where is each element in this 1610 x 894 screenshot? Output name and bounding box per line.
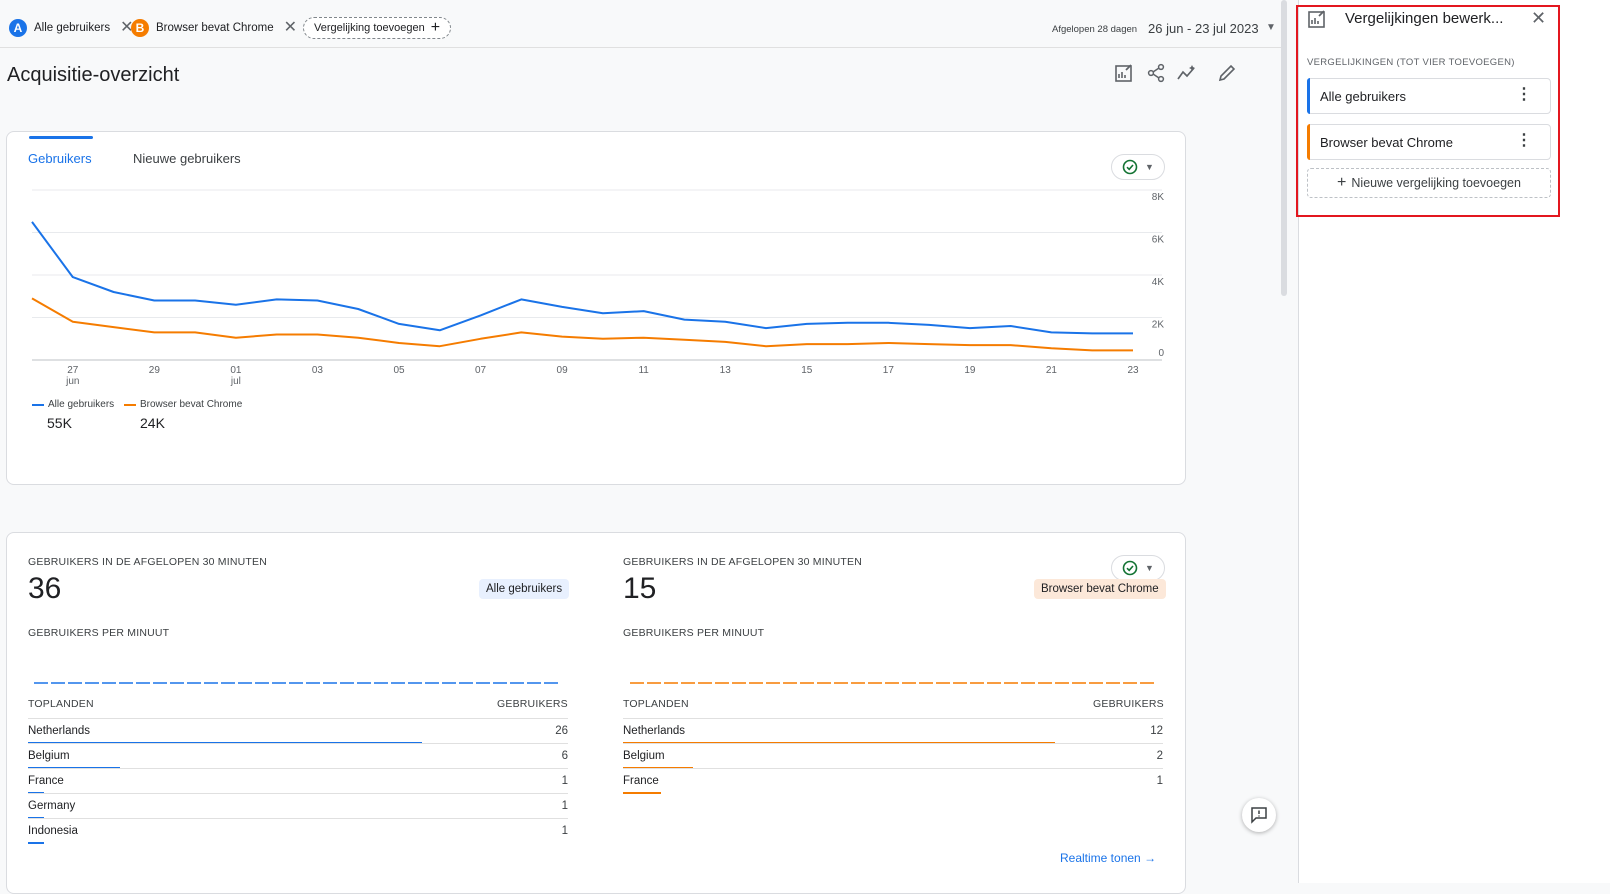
- x-tick-label: 05: [393, 365, 405, 376]
- legend-swatch: [32, 403, 44, 406]
- legend-total: 55K: [47, 415, 72, 431]
- y-tick-label: 0: [1158, 348, 1164, 359]
- x-tick-label: 17: [883, 365, 895, 376]
- country-users: 6: [561, 750, 568, 762]
- country-users: 1: [561, 825, 568, 837]
- feedback-button[interactable]: [1242, 798, 1276, 832]
- segment-badge: Browser bevat Chrome: [1034, 579, 1166, 599]
- country-users: 26: [555, 725, 568, 737]
- scrollbar[interactable]: [1281, 0, 1287, 296]
- y-tick-label: 6K: [1152, 235, 1165, 246]
- x-tick-label: 27: [67, 365, 79, 376]
- x-tick-label: 23: [1127, 365, 1139, 376]
- x-tick-month-label: jul: [230, 376, 241, 387]
- country-name: Germany: [28, 800, 76, 812]
- x-tick-label: 09: [557, 365, 569, 376]
- country-share-bar: [28, 842, 45, 844]
- country-share-bar: [623, 792, 661, 794]
- series-line-browser-bevat-chrome: [31, 297, 1133, 352]
- country-users: 12: [1150, 725, 1163, 737]
- y-tick-label: 8K: [1152, 192, 1165, 203]
- realtime-user-count: 36: [28, 572, 62, 605]
- legend-item-alle-gebruikers[interactable]: Alle gebruikers: [32, 399, 114, 410]
- table-row[interactable]: Netherlands 12: [623, 718, 1163, 745]
- chevron-down-icon: ▼: [1145, 563, 1154, 573]
- users-line-chart: 8K 6K 4K 2K 0 27jun 29 01jul 03 05 07 09 11 13 15 17 19 2…: [31, 189, 1165, 387]
- realtime-options-toggle[interactable]: ▼: [1111, 555, 1165, 581]
- x-tick-label: 01: [230, 365, 242, 376]
- table-row[interactable]: France 1: [28, 768, 568, 795]
- table-row[interactable]: Germany 1: [28, 793, 568, 820]
- country-users: 1: [561, 775, 568, 787]
- highlight-box: [1296, 5, 1560, 217]
- table-row[interactable]: Belgium 2: [623, 743, 1163, 770]
- table-row[interactable]: Indonesia 1: [28, 818, 568, 845]
- country-users: 1: [1156, 775, 1163, 787]
- users-header: GEBRUIKERS: [497, 698, 568, 710]
- x-tick-label: 03: [312, 365, 324, 376]
- country-name: Netherlands: [623, 725, 686, 737]
- top-countries-header: TOPLANDEN: [623, 698, 689, 710]
- realtime-link-label: Realtime tonen: [1060, 851, 1141, 865]
- y-tick-label: 4K: [1152, 277, 1165, 288]
- country-name: Belgium: [623, 750, 665, 762]
- x-tick-label: 15: [801, 365, 813, 376]
- realtime-heading: GEBRUIKERS IN DE AFGELOPEN 30 MINUTEN: [28, 556, 268, 568]
- country-users: 1: [561, 800, 568, 812]
- per-minute-bars: [630, 682, 1156, 684]
- country-name: Belgium: [28, 750, 70, 762]
- series-line-alle-gebruikers: [31, 221, 1133, 335]
- x-tick-label: 21: [1046, 365, 1058, 376]
- per-minute-heading: GEBRUIKERS PER MINUUT: [623, 627, 765, 639]
- country-name: Indonesia: [28, 825, 78, 837]
- table-row[interactable]: Netherlands 26: [28, 718, 568, 745]
- x-tick-label: 11: [638, 365, 649, 376]
- edit-icon[interactable]: [1216, 62, 1238, 84]
- x-tick-label: 13: [720, 365, 732, 376]
- per-minute-bars: [34, 682, 560, 684]
- x-tick-label: 07: [475, 365, 487, 376]
- country-name: France: [28, 775, 64, 787]
- legend-label: Browser bevat Chrome: [140, 399, 243, 410]
- legend-label: Alle gebruikers: [48, 399, 115, 410]
- table-row[interactable]: France 1: [623, 768, 1163, 795]
- users-header: GEBRUIKERS: [1093, 698, 1164, 710]
- table-row[interactable]: Belgium 6: [28, 743, 568, 770]
- top-countries-header: TOPLANDEN: [28, 698, 94, 710]
- x-tick-month-label: jun: [65, 376, 79, 387]
- realtime-heading: GEBRUIKERS IN DE AFGELOPEN 30 MINUTEN: [623, 556, 863, 568]
- per-minute-heading: GEBRUIKERS PER MINUUT: [28, 627, 170, 639]
- realtime-link[interactable]: Realtime tonen →: [1060, 851, 1156, 865]
- x-tick-label: 29: [149, 365, 161, 376]
- country-name: France: [623, 775, 659, 787]
- realtime-user-count: 15: [623, 572, 657, 605]
- legend-swatch: [124, 403, 136, 406]
- check-circle-icon: [1122, 560, 1138, 576]
- segment-badge: Alle gebruikers: [479, 579, 570, 599]
- legend-item-browser-bevat-chrome[interactable]: Browser bevat Chrome: [124, 399, 242, 410]
- y-tick-label: 2K: [1152, 320, 1165, 331]
- chevron-down-icon[interactable]: ▼: [1266, 22, 1276, 33]
- legend-total: 24K: [140, 415, 165, 431]
- feedback-icon: [1251, 807, 1267, 824]
- country-name: Netherlands: [28, 725, 91, 737]
- country-users: 2: [1156, 750, 1163, 762]
- arrow-right-icon: →: [1144, 851, 1157, 865]
- x-tick-label: 19: [964, 365, 976, 376]
